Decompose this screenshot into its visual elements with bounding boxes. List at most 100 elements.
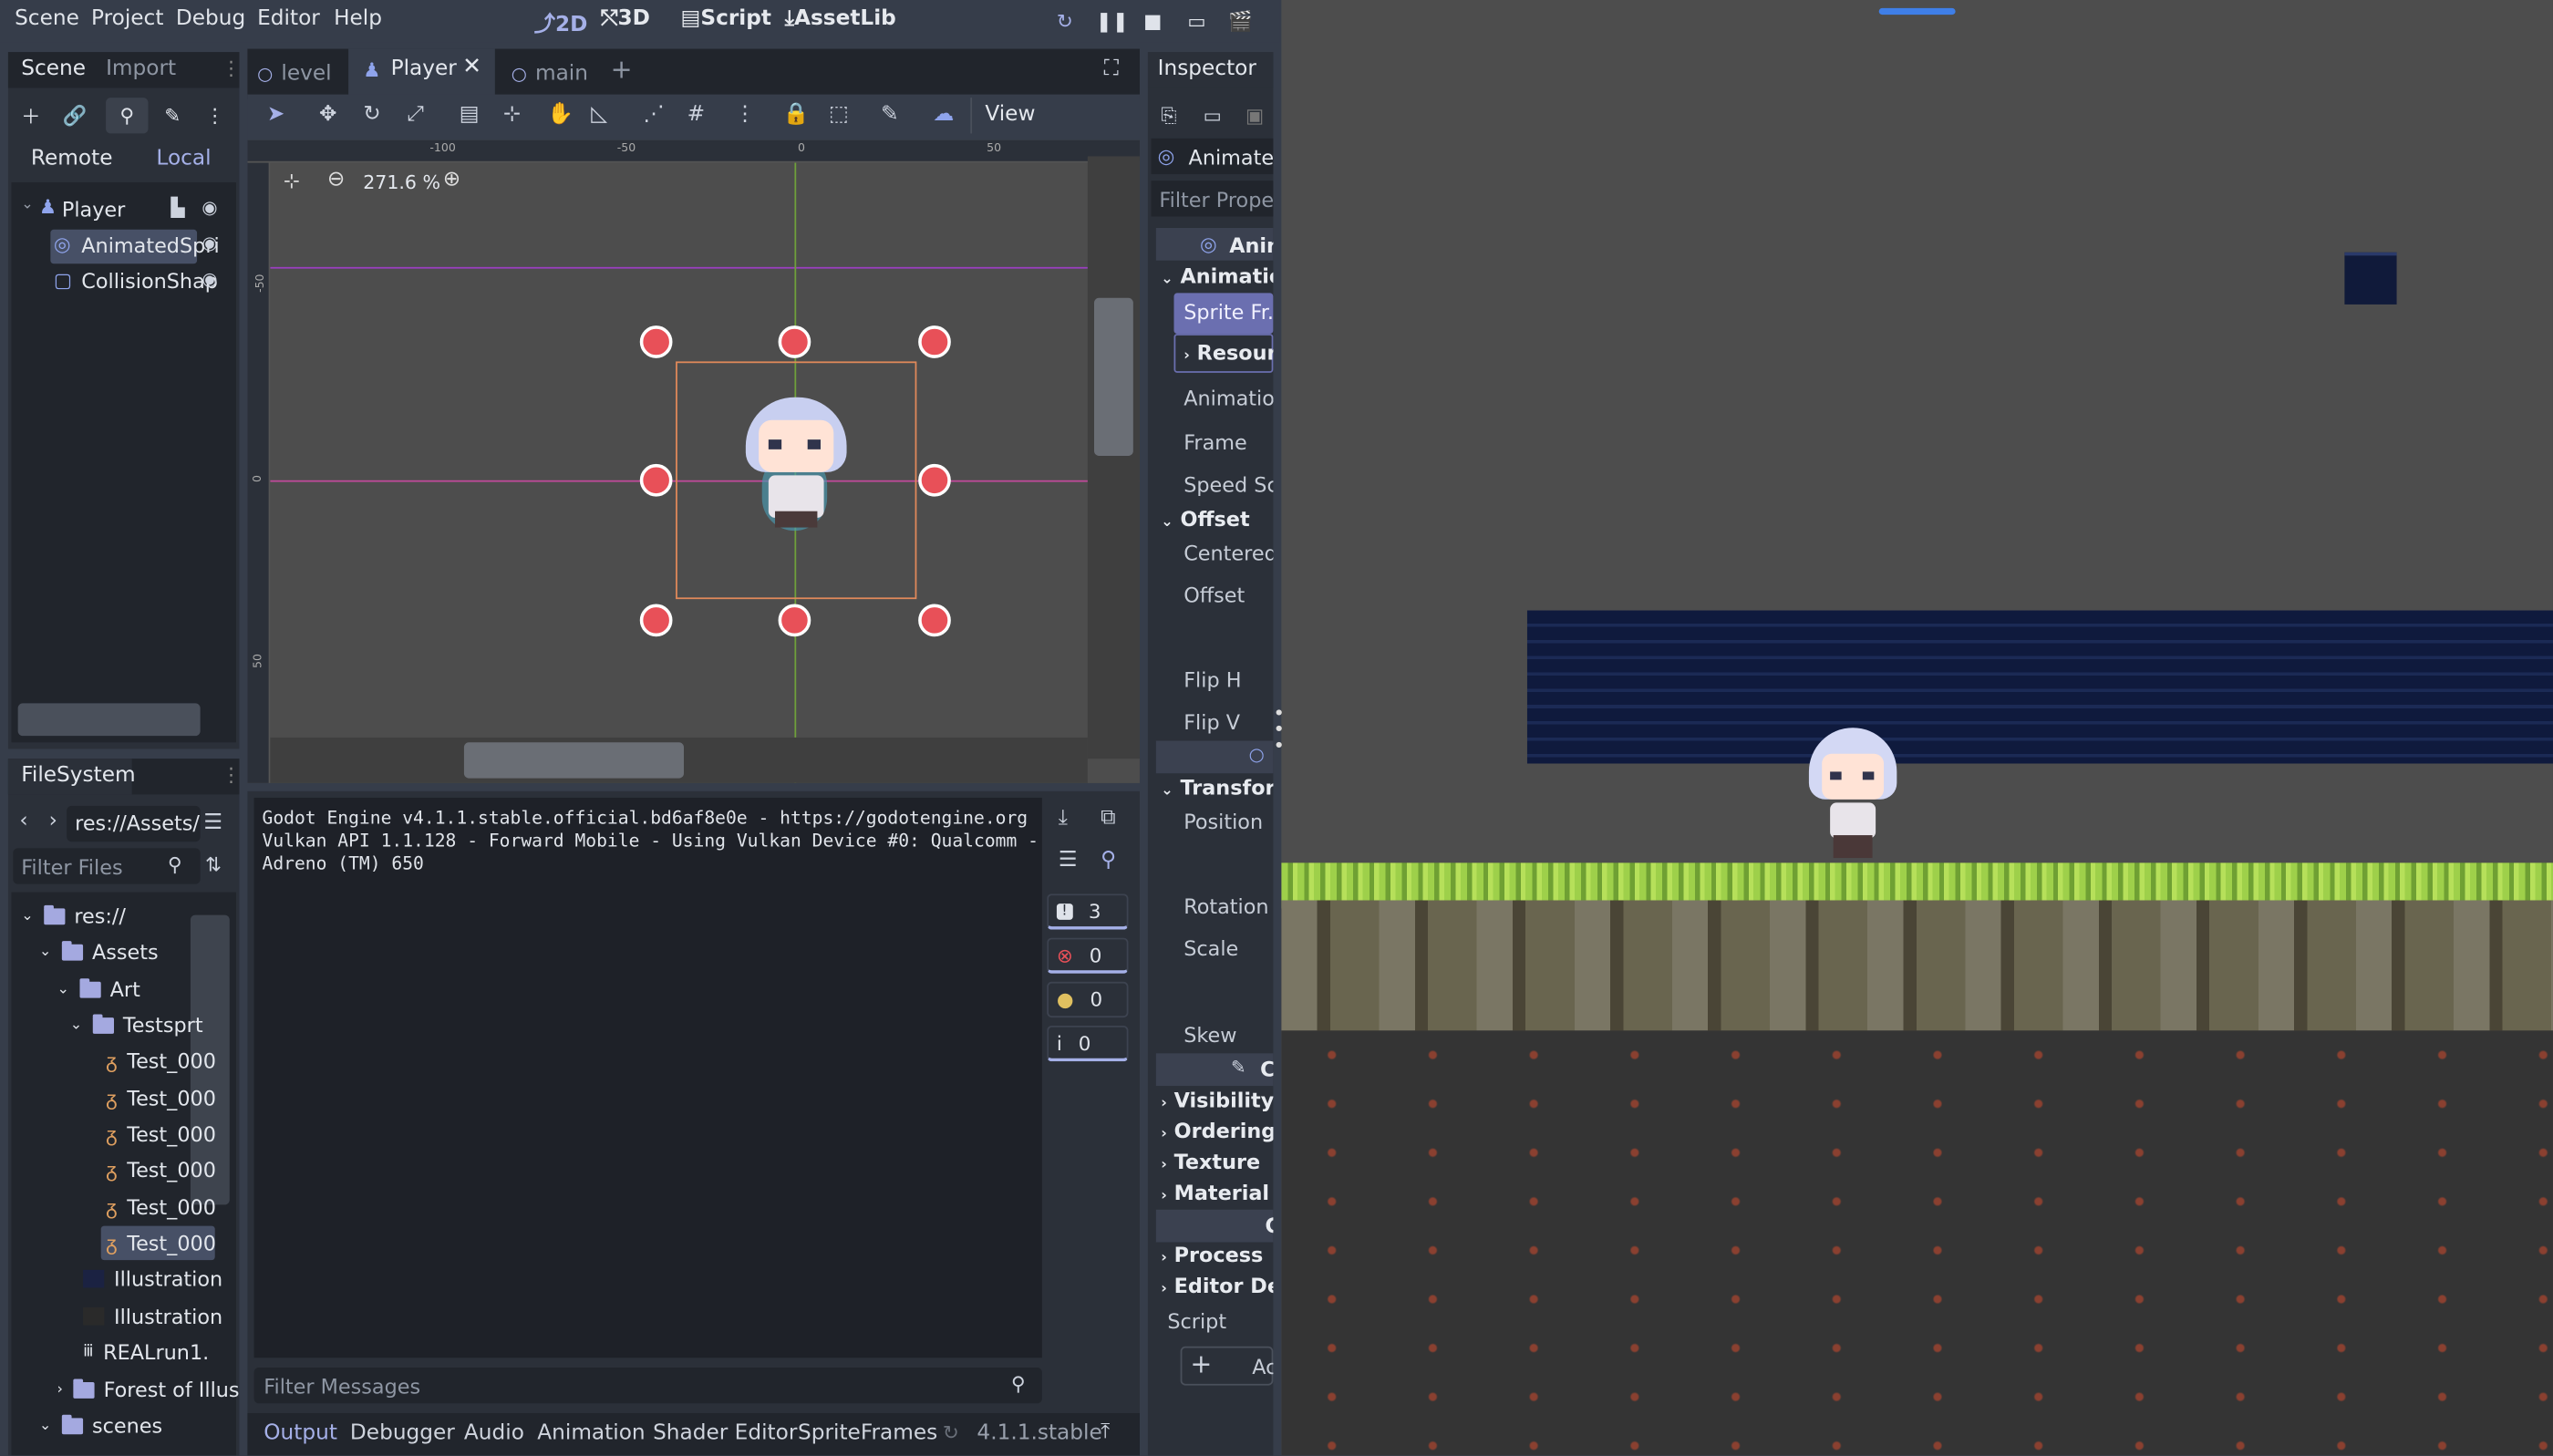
pause-icon[interactable]: ❚❚: [1096, 8, 1129, 35]
version-label[interactable]: 4.1.1.stable: [977, 1421, 1101, 1446]
instance-scene-icon[interactable]: 🔗: [58, 99, 91, 132]
add-tab-icon[interactable]: +: [611, 54, 633, 85]
visibility-icon[interactable]: ◉: [202, 232, 217, 253]
section-animation[interactable]: ⌄ Animation: [1161, 263, 1273, 288]
fs-item-root[interactable]: ⌄ res://: [21, 904, 126, 928]
menu-editor[interactable]: Editor: [257, 6, 320, 31]
resize-handle[interactable]: [918, 463, 951, 497]
prop-offset[interactable]: Offset: [1183, 583, 1245, 607]
local-toggle[interactable]: Local: [156, 147, 211, 171]
expand-panel-icon[interactable]: ⤒: [1101, 1420, 1110, 1444]
section-editor-description[interactable]: › Editor Des: [1161, 1273, 1273, 1297]
prop-flip-v[interactable]: Flip V: [1183, 710, 1240, 735]
main-script-button[interactable]: ▤Script: [680, 6, 771, 31]
section-process[interactable]: › Process: [1161, 1242, 1263, 1266]
tab-level[interactable]: ○ level: [257, 56, 331, 87]
prop-rotation[interactable]: Rotation: [1183, 893, 1268, 918]
prop-scale[interactable]: Scale: [1183, 936, 1238, 961]
script-attached-icon[interactable]: ▙: [171, 197, 184, 218]
section-material[interactable]: › Material: [1161, 1181, 1269, 1205]
more-icon[interactable]: ⋮: [199, 99, 232, 132]
movie-maker-icon[interactable]: 🎬: [1227, 8, 1254, 35]
snap-options-icon[interactable]: ⋮: [734, 102, 755, 127]
resize-handle[interactable]: [639, 463, 673, 497]
tab-shader-editor[interactable]: Shader Editor: [653, 1421, 797, 1446]
tab-player[interactable]: ♟ Player ✕: [348, 48, 495, 99]
pan-tool-icon[interactable]: ✋: [547, 102, 574, 127]
fs-item-file-selected[interactable]: ᵹ Test_000: [106, 1231, 216, 1255]
layout-toggle-icon[interactable]: ☰: [203, 811, 222, 835]
scene-node-player[interactable]: Player: [62, 197, 125, 222]
fs-item-realrun[interactable]: ⅲ REALrun1.: [83, 1340, 209, 1365]
open-resource-icon[interactable]: ▭: [1204, 104, 1222, 127]
menu-scene[interactable]: Scene: [15, 6, 79, 31]
resize-handle[interactable]: [778, 604, 811, 637]
copy-icon[interactable]: ⧉: [1101, 806, 1116, 831]
tab-scene[interactable]: Scene: [21, 57, 86, 81]
dock-menu-icon[interactable]: ⋮: [222, 763, 241, 786]
menu-debug[interactable]: Debug: [176, 6, 245, 31]
zoom-out-icon[interactable]: ⊖: [327, 168, 345, 192]
main-3d-button[interactable]: ⤲3D: [601, 6, 650, 31]
fs-item-assets[interactable]: ⌄ Assets: [39, 939, 159, 964]
output-log[interactable]: Godot Engine v4.1.1.stable.official.bd6a…: [253, 797, 1042, 1358]
prop-speed-scale[interactable]: Speed Sca: [1183, 472, 1273, 497]
collapse-duplicates-icon[interactable]: ☰: [1059, 848, 1078, 873]
fs-item-file[interactable]: ᵹ Test_000: [106, 1121, 216, 1146]
prop-frame[interactable]: Frame: [1183, 429, 1247, 454]
attach-script-icon[interactable]: ✎: [156, 99, 189, 132]
editor-message-toggle[interactable]: ⅰ0: [1047, 1025, 1129, 1062]
sort-icon[interactable]: ⇅: [205, 853, 222, 876]
canvas-viewport[interactable]: -100 -50 0 50 -50 0 50 ⊹ ⊖ 271.6 % ⊕: [247, 139, 1140, 783]
hscroll-thumb[interactable]: [463, 742, 684, 779]
tab-import[interactable]: Import: [106, 57, 176, 81]
section-visibility[interactable]: › Visibility: [1161, 1088, 1273, 1112]
dock-menu-icon[interactable]: ⋮: [222, 57, 241, 79]
warning-count-toggle[interactable]: ● 0: [1047, 981, 1129, 1018]
section-texture[interactable]: › Texture: [1161, 1150, 1260, 1174]
collapse-icon[interactable]: ⌄: [21, 197, 33, 213]
nav-forward-icon[interactable]: ›: [49, 809, 57, 833]
resource-subsection[interactable]: › Resourc: [1183, 340, 1273, 365]
path-field[interactable]: res://Assets/: [75, 811, 200, 835]
stop-icon[interactable]: ■: [1140, 8, 1166, 35]
fs-item-illustration[interactable]: Illustration: [83, 1304, 222, 1328]
fs-item-file[interactable]: ᵹ Test_000: [106, 1048, 216, 1073]
scale-tool-icon[interactable]: ⤢: [407, 102, 424, 127]
scene-node-animatedsprite[interactable]: AnimatedSpri: [81, 232, 219, 257]
prop-flip-h[interactable]: Flip H: [1183, 667, 1241, 692]
visibility-icon[interactable]: ◉: [202, 269, 217, 290]
pivot-tool-icon[interactable]: ⊹: [503, 102, 521, 127]
fs-item-art[interactable]: ⌄ Art: [57, 976, 140, 1001]
fs-item-illustration[interactable]: Illustration: [83, 1266, 222, 1291]
split-handle-icon[interactable]: • • •: [1273, 703, 1285, 755]
menu-project[interactable]: Project: [91, 6, 163, 31]
resize-handle[interactable]: [918, 325, 951, 358]
main-2d-button[interactable]: ⤴2D: [534, 6, 588, 37]
tab-debugger[interactable]: Debugger: [350, 1421, 455, 1446]
tab-inspector[interactable]: Inspector: [1158, 57, 1256, 81]
lock-icon[interactable]: 🔒: [783, 102, 810, 127]
prop-centered[interactable]: Centered: [1183, 541, 1273, 565]
section-ordering[interactable]: › Ordering: [1161, 1119, 1273, 1143]
remote-toggle[interactable]: Remote: [31, 147, 113, 171]
filter-nodes-icon[interactable]: ⚲: [106, 98, 149, 134]
resize-handle[interactable]: [918, 604, 951, 637]
tab-filesystem[interactable]: FileSystem: [21, 763, 135, 788]
section-transform[interactable]: ⌄ Transform: [1161, 775, 1273, 800]
tab-spriteframes[interactable]: SpriteFrames: [798, 1421, 937, 1446]
animation-key-icon[interactable]: ☁: [933, 102, 954, 127]
window-handle[interactable]: [1878, 7, 1956, 15]
distraction-free-icon[interactable]: ⛶: [1104, 57, 1119, 81]
fs-item-file[interactable]: ᵹ Test_000: [106, 1195, 216, 1220]
tab-main[interactable]: ○ main: [512, 56, 588, 87]
inspected-node[interactable]: Animatec: [1189, 145, 1274, 170]
fs-item-testsprt[interactable]: ⌄ Testsprt: [70, 1013, 203, 1038]
group-icon[interactable]: ⬚: [829, 102, 849, 127]
selectable-list-icon[interactable]: ▤: [460, 102, 480, 127]
clear-output-icon[interactable]: ⤓: [1059, 806, 1068, 831]
resize-handle[interactable]: [778, 325, 811, 358]
zoom-level[interactable]: 271.6 %: [363, 170, 440, 193]
game-window[interactable]: [1281, 0, 2553, 1456]
fs-item-file[interactable]: ᵹ Test_000: [106, 1158, 216, 1182]
